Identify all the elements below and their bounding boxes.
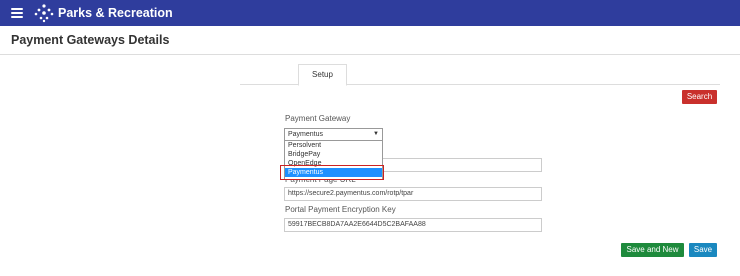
- dropdown-option-persolvent[interactable]: Persolvent: [285, 141, 382, 150]
- payment-gateway-selected-value: Paymentus: [288, 131, 324, 138]
- search-button[interactable]: Search: [682, 90, 717, 104]
- encryption-key-label: Portal Payment Encryption Key: [285, 205, 396, 214]
- page-title: Payment Gateways Details: [11, 33, 170, 47]
- page-header: Payment Gateways Details: [0, 26, 740, 55]
- encryption-key-input[interactable]: 59917BECB8DA7AA2E6644D5C2BAFAA88: [284, 218, 542, 232]
- tab-setup[interactable]: Setup: [298, 64, 347, 86]
- logo-icon: [34, 4, 54, 23]
- payment-gateway-dropdown-list: Persolvent BridgePay OpenEdge Paymentus: [284, 140, 383, 180]
- payment-page-url-input[interactable]: https://secure2.paymentus.com/rotp/tpar: [284, 187, 542, 201]
- dropdown-option-paymentus[interactable]: Paymentus: [285, 168, 382, 177]
- dropdown-option-openedge[interactable]: OpenEdge: [285, 159, 382, 168]
- save-button[interactable]: Save: [689, 243, 717, 257]
- payment-gateway-label: Payment Gateway: [285, 114, 351, 123]
- top-bar: Parks & Recreation: [0, 0, 740, 26]
- dropdown-option-bridgepay[interactable]: BridgePay: [285, 150, 382, 159]
- payment-page-url-value: https://secure2.paymentus.com/rotp/tpar: [288, 190, 414, 197]
- chevron-down-icon: ▼: [373, 131, 379, 137]
- app-title: Parks & Recreation: [58, 6, 173, 20]
- hamburger-menu-icon[interactable]: [11, 8, 23, 18]
- encryption-key-value: 59917BECB8DA7AA2E6644D5C2BAFAA88: [288, 221, 426, 228]
- save-and-new-button[interactable]: Save and New: [621, 243, 684, 257]
